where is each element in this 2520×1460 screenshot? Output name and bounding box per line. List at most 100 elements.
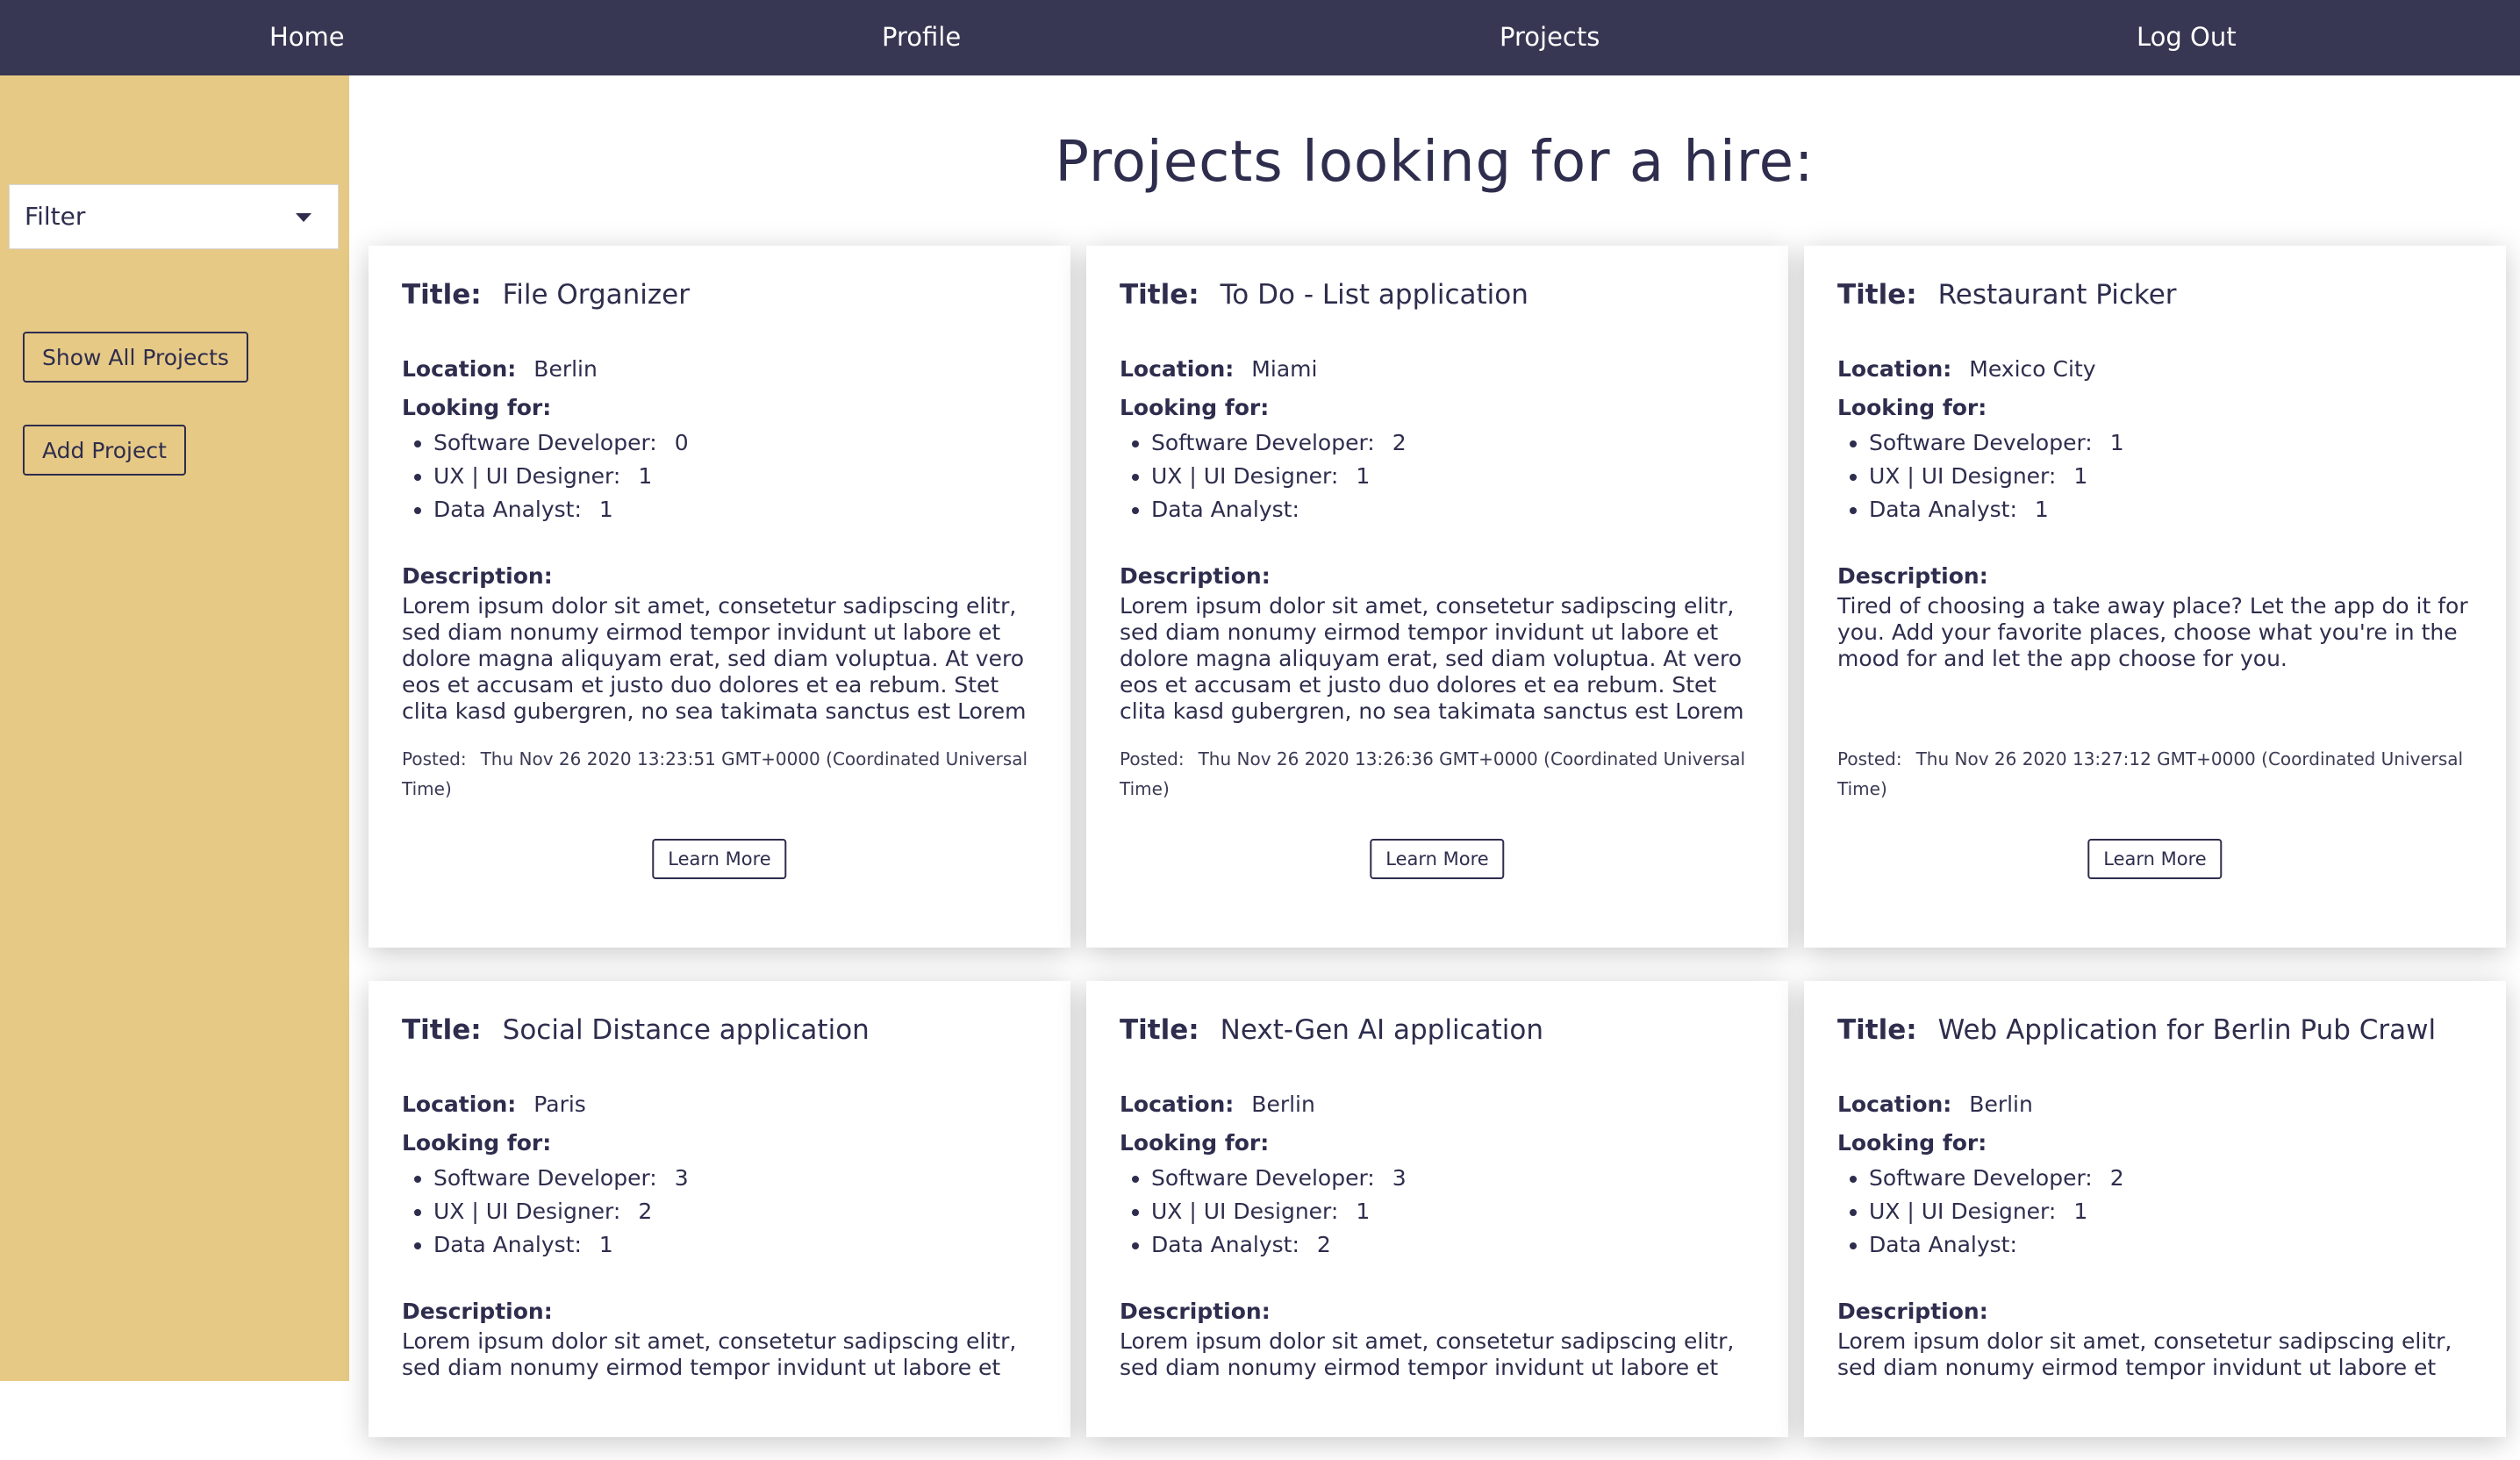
location-label: Location: <box>1837 356 1952 382</box>
description-label: Description: <box>1120 563 1271 589</box>
project-title: To Do - List application <box>1220 279 1528 311</box>
location-label: Location: <box>1120 356 1235 382</box>
role-count: 1 <box>2109 430 2124 455</box>
posted-date: Thu Nov 26 2020 13:23:51 GMT+0000 (Coord… <box>402 748 1028 799</box>
role-software-developer: Software Developer: 2 <box>1869 1162 2124 1195</box>
project-description: Lorem ipsum dolor sit amet, consetetur s… <box>402 593 1027 724</box>
role-label: UX | UI Designer: <box>1151 1199 1339 1224</box>
location-row: Location: Paris <box>402 1091 586 1117</box>
project-card: Title: Next-Gen AI application Location: B… <box>1086 981 1788 1437</box>
project-description: Tired of choosing a take away place? Let… <box>1837 593 2468 671</box>
location-row: Location: Miami <box>1120 356 1317 382</box>
project-description: Lorem ipsum dolor sit amet, consetetur s… <box>1120 1328 1735 1380</box>
role-software-developer: Software Developer: 2 <box>1151 426 1407 460</box>
roles-list: Software Developer:0 UX | UI Designer:1 … <box>402 426 689 526</box>
roles-list: Software Developer:3 UX | UI Designer:2 … <box>402 1162 689 1262</box>
role-label: Software Developer: <box>433 430 657 455</box>
page-title: Projects looking for a hire: <box>1055 130 1815 195</box>
role-count: 1 <box>2034 497 2049 522</box>
project-description: Lorem ipsum dolor sit amet, consetetur s… <box>402 1328 1017 1380</box>
chevron-down-icon <box>296 213 311 222</box>
project-card: Title: Web Application for Berlin Pub Cra… <box>1804 981 2506 1437</box>
nav-home-link[interactable]: Home <box>269 0 345 75</box>
role-label: UX | UI Designer: <box>433 1199 621 1224</box>
project-title-row: Title: To Do - List application <box>1120 279 1528 311</box>
project-title-row: Title: Social Distance application <box>402 1014 870 1046</box>
role-software-developer: Software Developer: 3 <box>1151 1162 1407 1195</box>
project-location: Paris <box>533 1091 586 1117</box>
posted-date: Thu Nov 26 2020 13:26:36 GMT+0000 (Coord… <box>1120 748 1746 799</box>
role-label: Data Analyst: <box>1151 1232 1299 1257</box>
role-data-analyst: Data Analyst: <box>1869 1228 2124 1262</box>
role-data-analyst: Data Analyst: 1 <box>1869 493 2124 526</box>
project-title-row: Title: File Organizer <box>402 279 690 311</box>
title-label: Title: <box>402 1014 482 1046</box>
role-ux-ui-designer: UX | UI Designer: 2 <box>433 1195 689 1228</box>
location-label: Location: <box>402 1091 517 1117</box>
project-location: Berlin <box>533 356 598 382</box>
description-label: Description: <box>402 563 553 589</box>
roles-list: Software Developer:3 UX | UI Designer:1 … <box>1120 1162 1407 1262</box>
project-location: Berlin <box>1969 1091 2033 1117</box>
learn-more-button[interactable]: Learn More <box>2087 839 2223 879</box>
learn-more-button[interactable]: Learn More <box>652 839 787 879</box>
nav-logout-link[interactable]: Log Out <box>2137 0 2237 75</box>
project-title-row: Title: Restaurant Picker <box>1837 279 2177 311</box>
posted-label: Posted: <box>1120 748 1185 769</box>
posted-row: Posted: Thu Nov 26 2020 13:23:51 GMT+0000… <box>402 744 1038 804</box>
project-title: Restaurant Picker <box>1937 279 2177 311</box>
project-description: Lorem ipsum dolor sit amet, consetetur s… <box>1837 1328 2452 1380</box>
role-count: 1 <box>2073 463 2088 489</box>
project-title: Social Distance application <box>502 1014 870 1046</box>
project-card: Title: Social Distance application Locati… <box>369 981 1070 1437</box>
role-ux-ui-designer: UX | UI Designer: 1 <box>1869 1195 2124 1228</box>
filter-select[interactable]: Filter <box>9 184 339 249</box>
role-label: Data Analyst: <box>433 1232 582 1257</box>
nav-profile-link[interactable]: Profile <box>882 0 961 75</box>
role-label: UX | UI Designer: <box>1869 463 2057 489</box>
filter-label: Filter <box>25 202 86 231</box>
top-nav: Home Profile Projects Log Out <box>0 0 2520 75</box>
role-label: Software Developer: <box>1869 1165 2093 1191</box>
location-label: Location: <box>402 356 517 382</box>
role-label: UX | UI Designer: <box>433 463 621 489</box>
role-label: UX | UI Designer: <box>1151 463 1339 489</box>
project-title: File Organizer <box>502 279 690 311</box>
role-software-developer: Software Developer: 1 <box>1869 426 2124 460</box>
project-card: Title: File Organizer Location: Berlin Loo… <box>369 246 1070 948</box>
role-label: Software Developer: <box>1151 430 1375 455</box>
project-location: Miami <box>1251 356 1318 382</box>
role-count: 1 <box>1356 1199 1371 1224</box>
nav-projects-link[interactable]: Projects <box>1500 0 1600 75</box>
role-count: 2 <box>1392 430 1407 455</box>
location-row: Location: Berlin <box>1120 1091 1315 1117</box>
title-label: Title: <box>402 279 482 311</box>
looking-for-label: Looking for: <box>1837 1130 1987 1156</box>
project-title-row: Title: Next-Gen AI application <box>1120 1014 1543 1046</box>
learn-more-button[interactable]: Learn More <box>1370 839 1505 879</box>
role-ux-ui-designer: UX | UI Designer: 1 <box>1151 1195 1407 1228</box>
project-description: Lorem ipsum dolor sit amet, consetetur s… <box>1120 593 1744 724</box>
looking-for-label: Looking for: <box>1120 395 1270 420</box>
posted-row: Posted: Thu Nov 26 2020 13:27:12 GMT+0000… <box>1837 744 2473 804</box>
show-all-projects-button[interactable]: Show All Projects <box>23 332 248 383</box>
role-data-analyst: Data Analyst: 1 <box>433 493 689 526</box>
add-project-button[interactable]: Add Project <box>23 425 186 476</box>
description-label: Description: <box>1837 563 1988 589</box>
location-row: Location: Mexico City <box>1837 356 2096 382</box>
role-count: 3 <box>1392 1165 1407 1191</box>
role-data-analyst: Data Analyst: 1 <box>433 1228 689 1262</box>
role-label: Data Analyst: <box>433 497 582 522</box>
project-title: Next-Gen AI application <box>1220 1014 1543 1046</box>
roles-list: Software Developer:2 UX | UI Designer:1 … <box>1837 1162 2124 1262</box>
role-software-developer: Software Developer: 3 <box>433 1162 689 1195</box>
title-label: Title: <box>1120 1014 1199 1046</box>
posted-date: Thu Nov 26 2020 13:27:12 GMT+0000 (Coord… <box>1837 748 2464 799</box>
role-count: 1 <box>1356 463 1371 489</box>
role-label: UX | UI Designer: <box>1869 1199 2057 1224</box>
location-row: Location: Berlin <box>1837 1091 2033 1117</box>
looking-for-label: Looking for: <box>402 395 552 420</box>
role-label: Data Analyst: <box>1151 497 1299 522</box>
looking-for-label: Looking for: <box>1837 395 1987 420</box>
role-label: Software Developer: <box>433 1165 657 1191</box>
